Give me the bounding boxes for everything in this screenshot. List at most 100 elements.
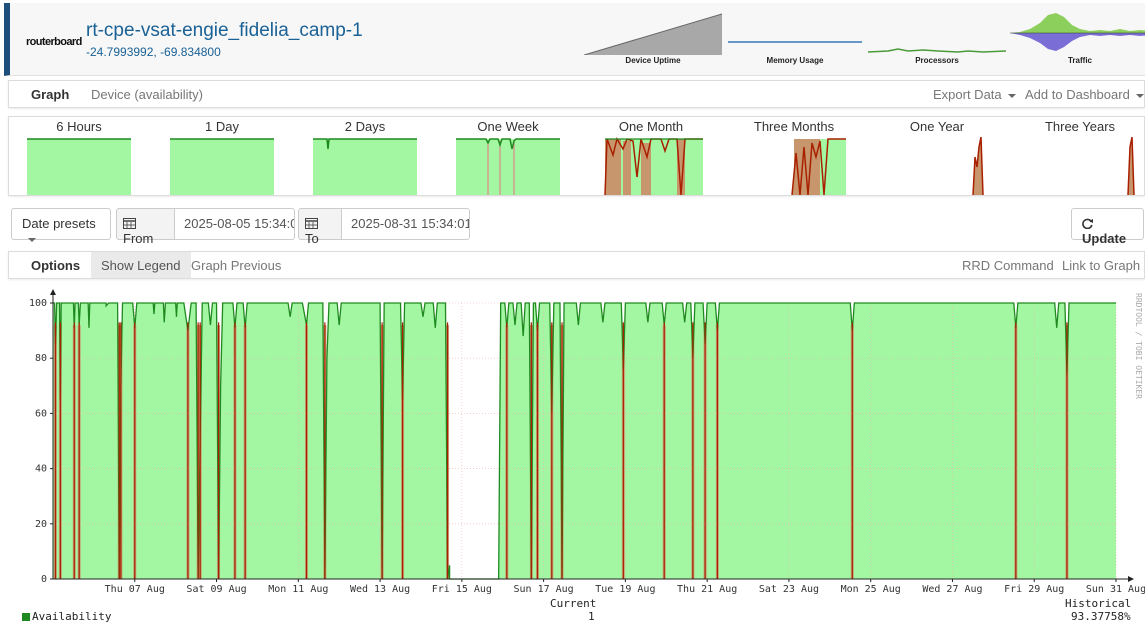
update-button[interactable]: Update [1071, 208, 1144, 246]
tab-device-availability[interactable]: Device (availability) [91, 87, 203, 102]
period-6-hours[interactable]: 6 Hours [19, 119, 139, 195]
period-thumbnails: 6 Hours 1 Day 2 Days One Week One Month [8, 116, 1145, 196]
period-label: Three Years [1044, 119, 1116, 134]
period-one-year[interactable]: One Year [877, 119, 997, 195]
link-to-graph-link[interactable]: Link to Graph [1062, 252, 1140, 278]
period-label: 2 Days [344, 119, 386, 134]
uptime-label: Device Uptime [625, 56, 681, 65]
x-tick-label: Sat 09 Aug [186, 584, 246, 595]
graph-nav-bar: Graph Device (availability) Export Data … [8, 80, 1145, 108]
period-1-day[interactable]: 1 Day [162, 119, 282, 195]
period-thumbnail-1d [170, 138, 274, 195]
y-tick-label: 20 [35, 519, 47, 530]
memory-mini-graph[interactable] [726, 11, 864, 55]
date-presets-dropdown[interactable]: Date presets [11, 208, 111, 242]
period-label: Three Months [753, 119, 835, 134]
export-data-dropdown[interactable]: Export Data [933, 87, 1016, 102]
logo-text: routerboard [26, 36, 82, 48]
legend-current-header: Current [550, 597, 597, 610]
period-three-months[interactable]: Three Months [734, 119, 854, 195]
x-tick-label: Fri 29 Aug [1004, 584, 1064, 595]
device-coordinates: -24.7993992, -69.834800 [86, 45, 221, 59]
x-tick-label: Thu 07 Aug [105, 584, 165, 595]
update-label: Update [1082, 231, 1127, 246]
period-one-month[interactable]: One Month [591, 119, 711, 195]
x-tick-label: Mon 11 Aug [268, 584, 328, 595]
y-tick-label: 100 [29, 298, 47, 309]
x-tick-label: Sat 23 Aug [759, 584, 819, 595]
x-tick-label: Sun 31 Aug [1086, 584, 1145, 595]
availability-graph: 0 20 40 60 80 100 Thu 07 Aug Sat 09 Aug Mon 11 A… [8, 289, 1145, 628]
rrd-command-link[interactable]: RRD Command [962, 252, 1054, 278]
x-tick-label: Sun 17 Aug [514, 584, 574, 595]
refresh-icon [1082, 218, 1093, 230]
period-thumbnail-3m [791, 138, 846, 195]
x-tick-label: Wed 13 Aug [350, 584, 410, 595]
period-label: 1 Day [205, 119, 239, 134]
legend-historical-value: 93.37758% [1071, 610, 1131, 623]
y-tick-label: 0 [41, 574, 47, 585]
legend-historical-header: Historical [1065, 597, 1132, 610]
period-2-days[interactable]: 2 Days [305, 119, 425, 195]
chevron-down-icon [1135, 93, 1144, 98]
x-tick-label: Thu 21 Aug [677, 584, 737, 595]
availability-chart: 0 20 40 60 80 100 Thu 07 Aug Sat 09 Aug Mon 11 A… [29, 289, 1145, 595]
chevron-down-icon [1007, 93, 1016, 98]
x-tick-label: Wed 27 Aug [922, 584, 982, 595]
from-addon: From [116, 208, 175, 246]
period-label: One Month [618, 119, 684, 134]
tab-graph[interactable]: Graph [31, 87, 69, 102]
no-data-gap [449, 303, 499, 579]
to-addon: To [298, 208, 342, 246]
graph-options-bar: Options Show Legend Graph Previous RRD C… [8, 251, 1145, 279]
x-tick-label: Mon 25 Aug [841, 584, 901, 595]
period-thumbnail-6h [27, 138, 131, 195]
legend-current-value: 1 [588, 610, 595, 623]
processors-label: Processors [915, 56, 959, 65]
x-tick-label: Tue 19 Aug [595, 584, 655, 595]
period-thumbnail-1m [604, 137, 703, 195]
period-thumbnail-3y [1127, 137, 1135, 195]
y-axis-arrow [50, 289, 56, 295]
export-data-label: Export Data [933, 87, 1002, 102]
traffic-label: Traffic [1067, 56, 1092, 65]
y-tick-label: 60 [35, 408, 47, 419]
rrdtool-watermark: RRDTOOL / TOBI OETIKER [1134, 293, 1143, 399]
show-legend-toggle[interactable]: Show Legend [91, 252, 191, 278]
y-tick-label: 40 [35, 464, 47, 475]
to-date-input[interactable]: 2025-08-31 15:34:01 [342, 208, 470, 240]
to-label: To [305, 231, 319, 246]
period-label: 6 Hours [56, 119, 102, 134]
period-label: One Week [477, 119, 539, 134]
x-tick-label: Fri 15 Aug [432, 584, 492, 595]
device-name[interactable]: rt-cpe-vsat-engie_fidelia_camp-1 [86, 20, 363, 42]
graph-previous-toggle[interactable]: Graph Previous [191, 252, 281, 278]
add-to-dashboard-dropdown[interactable]: Add to Dashboard [1025, 87, 1144, 102]
from-label: From [123, 231, 154, 246]
period-thumbnail-1w [456, 138, 560, 195]
x-axis-arrow [1128, 576, 1134, 582]
y-tick-label: 80 [35, 353, 47, 364]
from-date-input[interactable]: 2025-08-05 15:34:01 [175, 208, 295, 240]
period-three-years[interactable]: Three Years [1020, 119, 1140, 195]
device-header: routerboard rt-cpe-vsat-engie_fidelia_ca… [4, 3, 1145, 76]
legend-swatch [22, 613, 30, 621]
chevron-down-icon [28, 237, 36, 242]
processors-mini-graph[interactable] [868, 11, 1006, 55]
legend-series-name: Availability [32, 610, 112, 623]
routerboard-logo: routerboard [26, 36, 82, 48]
uptime-mini-graph[interactable] [584, 11, 722, 55]
memory-label: Memory Usage [766, 56, 824, 65]
date-range-row: Date presets From 2025-08-05 15:34:01 To… [8, 206, 1145, 246]
date-presets-label: Date presets [22, 216, 96, 231]
period-thumbnail-2d [313, 138, 417, 195]
period-one-week[interactable]: One Week [448, 119, 568, 195]
availability-area [53, 303, 1116, 579]
period-thumbnail-1y [972, 137, 984, 195]
period-label: One Year [909, 119, 965, 134]
traffic-mini-graph[interactable] [1010, 11, 1145, 55]
options-label[interactable]: Options [31, 252, 80, 278]
calendar-icon [123, 218, 136, 229]
add-to-dashboard-label: Add to Dashboard [1025, 87, 1130, 102]
calendar-icon [305, 218, 318, 229]
